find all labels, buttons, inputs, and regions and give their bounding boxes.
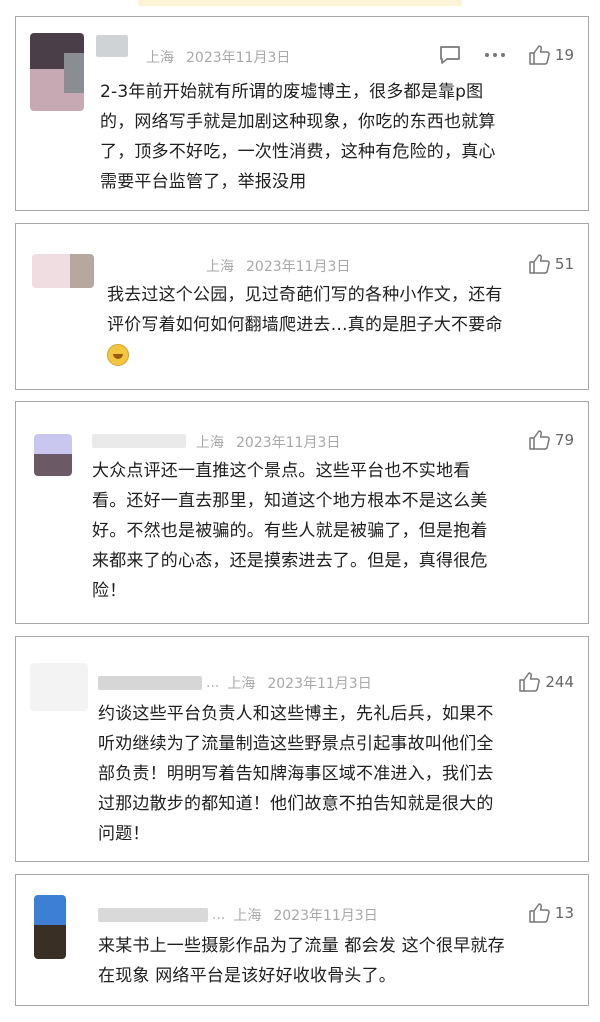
location: 上海: [227, 676, 256, 692]
comment-meta: 上海 2023年11月3日: [196, 432, 340, 452]
username-blurred[interactable]: [98, 676, 202, 690]
username-blurred[interactable]: [92, 434, 186, 448]
like-count: 19: [554, 46, 574, 64]
date: 2023年11月3日: [186, 50, 291, 66]
avatar[interactable]: [34, 895, 66, 959]
date: 2023年11月3日: [267, 676, 372, 692]
more-button[interactable]: [484, 51, 506, 59]
more-icon: [484, 53, 505, 57]
laughing-emoji-icon: [107, 344, 129, 366]
comment-actions: 51: [506, 253, 574, 275]
username-suffix: ...: [206, 675, 220, 691]
like-count: 244: [545, 673, 574, 691]
comment-meta: 上海 2023年11月3日: [206, 256, 350, 276]
like-count: 51: [554, 255, 574, 273]
location: 上海: [196, 435, 224, 451]
avatar[interactable]: [32, 254, 94, 288]
comment-card: ... 上海 2023年11月3日 244 约谈这些平台负责人和这些博主，先礼后…: [15, 636, 589, 862]
thumbs-up-icon: [529, 903, 550, 923]
date: 2023年11月3日: [273, 908, 378, 924]
comment-text: 我去过这个公园，见过奇葩们写的各种小作文，还有 评价写着如何如何翻墙爬进去…真的…: [107, 280, 503, 370]
comment-card: 上海 2023年11月3日 51 我去过这个公园，见过奇葩们写的各种小作文，还有…: [15, 223, 589, 390]
comment-card: ... 上海 2023年11月3日 13 来某书上一些摄影作品为了流量 都会发 …: [15, 874, 589, 1006]
reply-button[interactable]: [438, 44, 462, 66]
date: 2023年11月3日: [246, 259, 351, 275]
like-button[interactable]: 51: [528, 253, 574, 275]
avatar[interactable]: [30, 33, 84, 111]
location: 上海: [206, 259, 234, 275]
comment-card: 上海 2023年11月3日 79 大众点评还一直推这个景点。这些平台也不实地看 …: [15, 401, 589, 624]
username-suffix: ...: [212, 907, 226, 923]
like-button[interactable]: 19: [528, 44, 574, 66]
comment-actions: 13: [506, 902, 574, 924]
date: 2023年11月3日: [236, 435, 341, 451]
thumbs-up-icon: [519, 672, 541, 692]
thumbs-up-icon: [529, 45, 550, 65]
reply-icon: [440, 46, 460, 64]
top-highlight-strip: [138, 0, 462, 6]
comment-meta: ... 上海 2023年11月3日: [98, 673, 372, 693]
comment-actions: 79: [506, 429, 574, 451]
like-count: 13: [554, 904, 574, 922]
comment-text: 大众点评还一直推这个景点。这些平台也不实地看 看。还好一直去那里，知道这个地方根…: [92, 461, 488, 601]
comment-actions: 19: [416, 44, 574, 66]
location: 上海: [233, 908, 262, 924]
comment-meta: ... 上海 2023年11月3日: [98, 905, 378, 925]
like-button[interactable]: 13: [528, 902, 574, 924]
comment-text: 2-3年前开始就有所谓的废墟博主，很多都是靠p图 的，网络写手就是加剧这种现象，…: [100, 82, 496, 192]
like-button[interactable]: 244: [518, 671, 574, 693]
thumbs-up-icon: [529, 254, 550, 274]
avatar[interactable]: [34, 434, 72, 476]
avatar[interactable]: [30, 663, 88, 711]
comment-card: 上海 2023年11月3日 19 2-3年前开始就有所谓的废墟博主，很多都是靠p…: [15, 16, 589, 211]
comment-text: 约谈这些平台负责人和这些博主，先礼后兵，如果不 听劝继续为了流量制造这些野景点引…: [98, 704, 494, 844]
comment-actions: 244: [496, 671, 574, 693]
like-count: 79: [554, 431, 574, 449]
thumbs-up-icon: [529, 430, 550, 450]
comment-text: 来某书上一些摄影作品为了流量 都会发 这个很早就存 在现象 网络平台是该好好收收…: [98, 936, 505, 986]
like-button[interactable]: 79: [528, 429, 574, 451]
username-blurred[interactable]: [98, 908, 208, 922]
location: 上海: [146, 50, 174, 66]
comment-meta: 上海 2023年11月3日: [146, 47, 290, 67]
username-blurred[interactable]: [96, 35, 128, 57]
